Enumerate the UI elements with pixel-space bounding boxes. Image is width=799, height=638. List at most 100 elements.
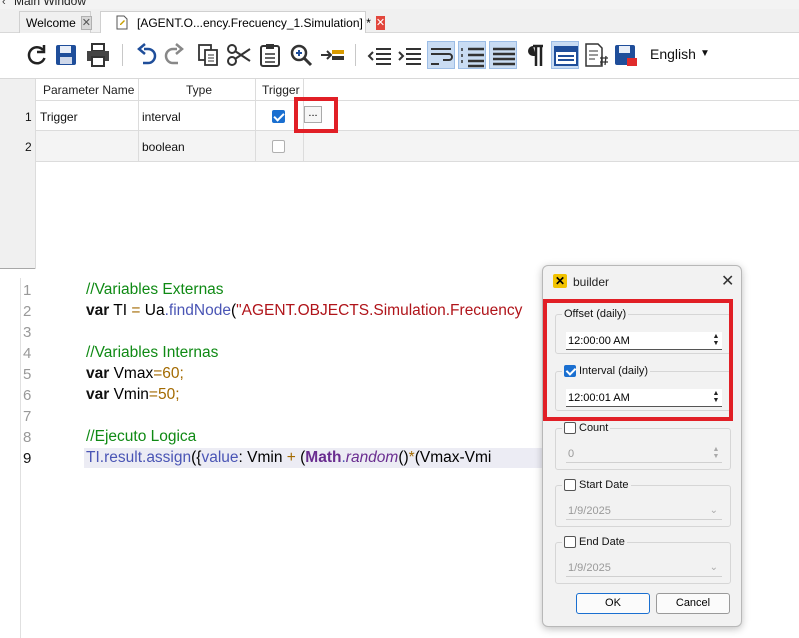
code-text: TI [86,449,100,466]
pilcrow-icon[interactable] [520,41,548,69]
highlight-box [543,299,733,421]
count-label[interactable]: Count [562,422,611,434]
tab-welcome[interactable]: Welcome ✕ [19,11,93,33]
count-input: 0 ▲ ▼ [566,445,722,463]
code-function: random [345,449,399,466]
find-icon[interactable] [287,41,315,69]
code-comment: //Variables Internas [86,344,219,361]
code-operator: = [153,365,163,382]
code-line[interactable]: var TI = Ua.findNode("AGENT.OBJECTS.Simu… [86,302,522,320]
chevron-down-icon: ⌄ [709,505,718,516]
divider [35,100,799,101]
line-number: 8 [23,429,32,446]
code-line[interactable]: //Variables Internas [86,344,218,362]
numbered-list-icon[interactable] [458,41,486,69]
undo-icon[interactable] [133,41,161,69]
paste-icon[interactable] [256,41,284,69]
code-operator: ; [175,386,180,403]
end-date-checkbox[interactable] [564,536,576,548]
divider [35,161,799,162]
code-function: assign [146,449,192,466]
save-as-icon[interactable] [612,41,640,69]
back-icon[interactable]: ‹ [2,0,6,8]
code-text: Vmax [109,365,154,382]
trigger-checkbox[interactable] [272,140,285,153]
divider [35,130,799,131]
wrap-icon[interactable] [427,41,455,69]
code-keyword: var [86,302,110,319]
code-line[interactable]: //Variables Externas [86,281,224,299]
divider [138,79,139,161]
tab-bar: Welcome ✕ [AGENT.O...ency.Frecuency_1.Si… [0,9,799,33]
code-operator: = [148,386,158,403]
row-number: 2 [25,140,32,154]
code-line[interactable]: TI.result.assign({value: Vmin + (Math.ra… [86,449,491,467]
end-date-input: 1/9/2025 ⌄ [566,559,722,577]
tab-simulation[interactable]: [AGENT.O...ency.Frecuency_1.Simulation] … [100,11,386,33]
code-number: 50 [157,386,176,403]
start-date-value: 1/9/2025 [568,505,611,517]
type-cell[interactable]: boolean [142,140,185,154]
chevron-down-icon: ⌄ [709,562,718,573]
cancel-button[interactable]: Cancel [656,593,730,614]
copy-icon[interactable] [194,41,222,69]
insert-line-icon[interactable] [318,41,346,69]
close-icon[interactable]: ✕ [721,271,734,291]
divider [35,79,36,269]
start-date-label[interactable]: Start Date [562,479,631,491]
column-header-parameter-name[interactable]: Parameter Name [43,83,134,97]
code-file-icon[interactable] [582,41,610,69]
chevron-down-icon[interactable]: ▼ [700,48,710,59]
indent-icon[interactable] [396,41,424,69]
spinner-icon: ▲ ▼ [712,446,720,460]
layout-icon[interactable] [551,41,579,69]
refresh-icon[interactable] [22,41,50,69]
toolbar: English ▼ [0,34,799,76]
code-text: Vmin [109,386,149,403]
justify-icon[interactable] [489,41,517,69]
parameter-name-cell[interactable]: Trigger [40,110,78,124]
code-text: (Vmax-Vmi [414,449,492,466]
column-header-type[interactable]: Type [186,83,212,97]
code-comment: //Ejecuto Logica [86,428,197,445]
divider [255,79,256,161]
code-text: () [398,449,409,466]
ok-button[interactable]: OK [576,593,650,614]
code-function: result [104,449,142,466]
outdent-icon[interactable] [366,41,394,69]
builder-app-icon: ✕ [553,274,567,288]
close-icon[interactable]: ✕ [375,15,386,30]
code-line[interactable]: //Ejecuto Logica [86,428,196,446]
type-cell[interactable]: interval [142,110,181,124]
count-value: 0 [568,448,575,460]
window-titlebar: ‹ Main Window [0,0,799,9]
count-label-text: Count [579,422,609,434]
code-function: findNode [168,302,231,319]
cut-icon[interactable] [225,41,253,69]
count-checkbox[interactable] [564,422,576,434]
language-select[interactable]: English [650,46,696,62]
line-number: 1 [23,282,32,299]
start-date-label-text: Start Date [579,479,629,491]
end-date-label-text: End Date [579,536,625,548]
code-line[interactable]: var Vmin=50; [86,386,180,404]
builder-dialog: ✕ builder ✕ Offset (daily) 12:00:00 AM ▲ ▼… [542,265,742,627]
print-icon[interactable] [84,41,112,69]
line-number: 3 [23,324,32,341]
trigger-checkbox[interactable] [272,110,285,123]
start-date-input: 1/9/2025 ⌄ [566,502,722,520]
line-number: 2 [23,303,32,320]
start-date-group: Start Date 1/9/2025 ⌄ [555,479,731,527]
close-icon[interactable]: ✕ [80,15,93,30]
end-date-label[interactable]: End Date [562,536,627,548]
column-header-trigger[interactable]: Trigger [262,83,300,97]
start-date-checkbox[interactable] [564,479,576,491]
redo-icon[interactable] [160,41,188,69]
tab-label: Welcome [26,15,76,30]
code-comment: //Variables Externas [86,281,224,298]
highlight-box [294,97,338,133]
code-line[interactable]: var Vmax=60; [86,365,184,383]
code-text: ({ [191,449,202,466]
code-text: ( [295,449,306,466]
save-icon[interactable] [52,41,80,69]
